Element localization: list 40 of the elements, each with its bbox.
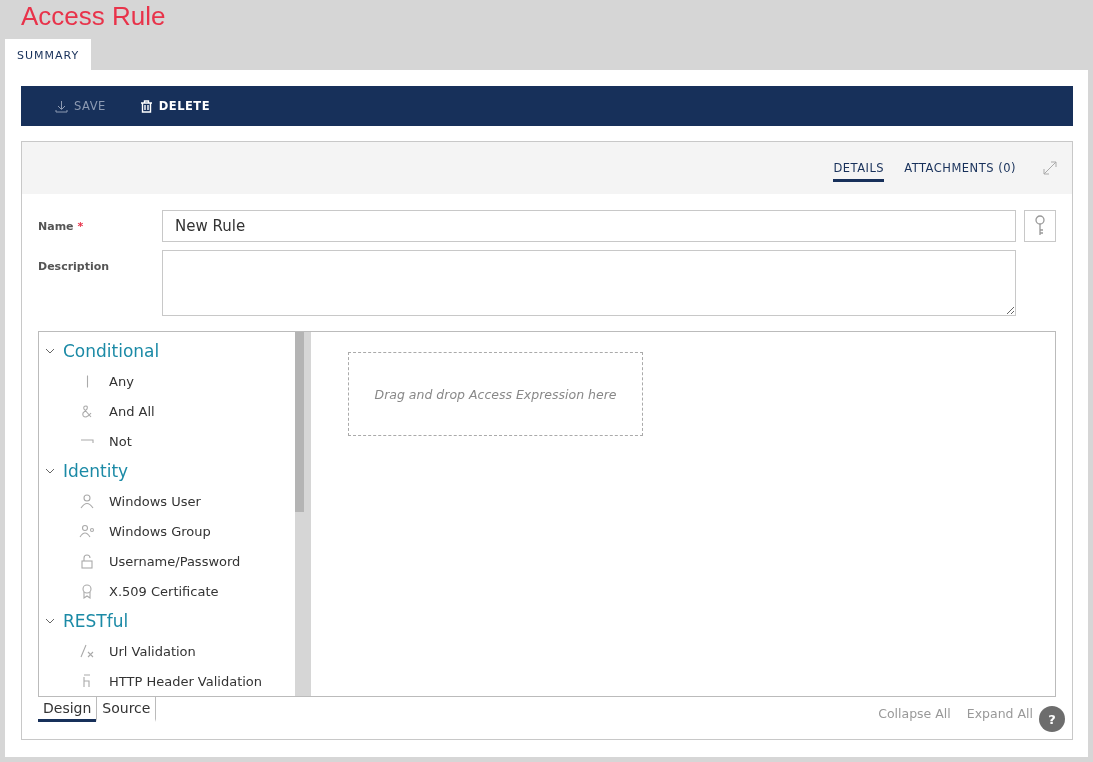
palette-item[interactable]: Url Validation xyxy=(39,636,295,666)
palette-item[interactable]: Username/Password xyxy=(39,546,295,576)
scrollbar[interactable] xyxy=(295,332,311,696)
help-button[interactable]: ? xyxy=(1039,706,1065,732)
key-icon xyxy=(1034,215,1046,237)
chevron-icon xyxy=(45,616,55,626)
category-header[interactable]: RESTful xyxy=(39,606,295,636)
drop-zone[interactable]: Drag and drop Access Expression here xyxy=(348,352,643,436)
user-icon xyxy=(79,493,95,509)
details-tab[interactable]: DETAILS xyxy=(833,154,885,182)
palette-item[interactable]: HTTP Header Validation xyxy=(39,666,295,696)
palette-item[interactable]: And All xyxy=(39,396,295,426)
badge-icon xyxy=(79,583,95,599)
trash-icon xyxy=(139,99,153,113)
description-label: Description xyxy=(38,259,111,273)
name-label: Name * xyxy=(38,219,85,233)
category-header[interactable]: Identity xyxy=(39,456,295,486)
palette-item[interactable]: Windows Group xyxy=(39,516,295,546)
palette-item[interactable]: Not xyxy=(39,426,295,456)
group-icon xyxy=(79,523,95,539)
expand-icon[interactable] xyxy=(1042,160,1058,176)
required-marker: * xyxy=(77,220,84,233)
name-field[interactable]: New Rule xyxy=(162,210,1016,242)
category-header[interactable]: Conditional xyxy=(39,336,295,366)
chevron-icon xyxy=(45,466,55,476)
page-title: Access Rule xyxy=(20,0,167,33)
lock-icon xyxy=(79,553,95,569)
attachments-tab[interactable]: ATTACHMENTS (0) xyxy=(904,154,1016,182)
palette-item[interactable]: Any xyxy=(39,366,295,396)
palette-item[interactable]: Windows User xyxy=(39,486,295,516)
download-icon xyxy=(55,99,68,113)
chevron-icon xyxy=(45,346,55,356)
palette-item[interactable]: X.509 Certificate xyxy=(39,576,295,606)
key-button[interactable] xyxy=(1024,210,1056,242)
slash-icon xyxy=(79,643,95,659)
description-field[interactable] xyxy=(162,250,1016,316)
summary-tab[interactable]: SUMMARY xyxy=(5,39,92,70)
bar-icon xyxy=(85,374,89,388)
source-tab[interactable]: Source xyxy=(96,697,157,722)
delete-button[interactable]: DELETE xyxy=(135,95,215,117)
